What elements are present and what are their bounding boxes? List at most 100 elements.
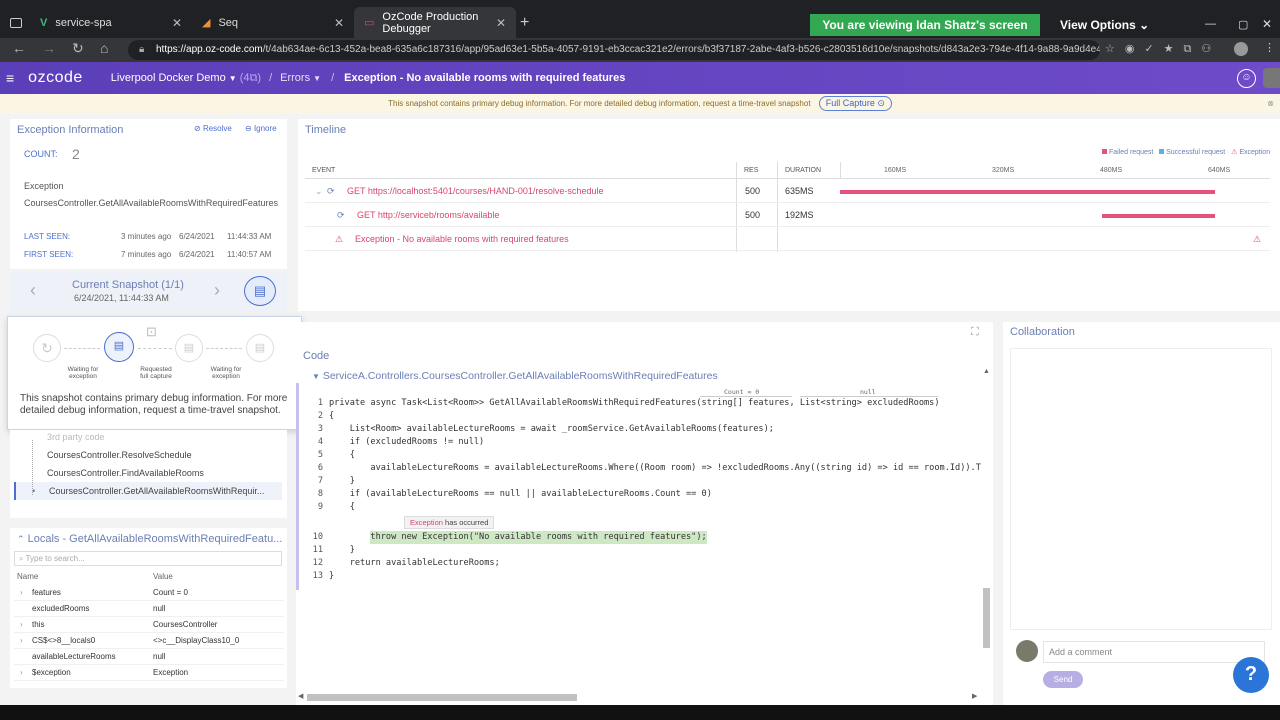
line-number: 4 (317, 437, 323, 447)
line-text: { (329, 502, 355, 512)
stack-item-selected[interactable]: • CoursesController.GetAllAvailableRoomsW… (14, 482, 282, 500)
exception-tag-label: Exception (410, 518, 443, 527)
line-text: return availableLectureRooms; (329, 558, 500, 568)
legend-exception: Exception (1239, 149, 1271, 156)
expand-icon[interactable]: ⛶ (971, 326, 979, 339)
code-vertical-scrollbar[interactable] (983, 588, 990, 648)
user-icon[interactable]: ☺ (1237, 69, 1256, 88)
scroll-right-icon[interactable]: ▶ (972, 692, 977, 700)
col-duration: DURATION (785, 167, 822, 174)
caret-down-icon: ▼ (228, 73, 237, 83)
code-line: 7 } (305, 476, 355, 489)
full-capture-label: Full Capture (825, 98, 875, 108)
full-capture-button[interactable]: Full Capture ⊙ (818, 96, 892, 111)
prev-snapshot-icon[interactable]: ‹ (30, 280, 36, 301)
timeline-row[interactable]: ⚠ Exception - No available rooms with re… (305, 227, 1270, 251)
close-tab-icon[interactable]: ✕ (334, 16, 344, 30)
popup-connector (64, 348, 100, 349)
popup-connector (206, 348, 242, 349)
more-menu-icon[interactable]: ⋮ (1264, 41, 1275, 54)
timeline-row[interactable]: ⟳ GET http://serviceb/rooms/available 50… (305, 203, 1270, 227)
timeline-legend: Failed request Successful request ⚠ Exce… (1102, 148, 1270, 156)
expand-icon[interactable]: › (20, 665, 23, 681)
chevron-down-icon[interactable]: ⌄ (315, 179, 323, 203)
locals-row[interactable]: › CS$<>8__locals0 <>c__DisplayClass10_0 (14, 633, 284, 649)
close-tab-icon[interactable]: ✕ (172, 16, 182, 30)
check-circle-icon: ⊘ (194, 124, 201, 133)
extension-icons[interactable]: ☆◉✓★⧉⚇ (1105, 42, 1221, 56)
line-text: } (329, 476, 355, 486)
home-icon[interactable]: ⌂ (100, 40, 108, 56)
expand-icon[interactable]: › (20, 617, 23, 633)
close-window-icon[interactable]: ✕ (1262, 17, 1272, 31)
project-selector[interactable]: Liverpool Docker Demo ▼ (4⧉) (111, 72, 261, 85)
next-snapshot-icon[interactable]: › (214, 280, 220, 301)
expand-icon[interactable]: › (20, 633, 23, 649)
snapshot-capture-button[interactable]: ▤ (244, 276, 276, 306)
window-menu-icon[interactable] (10, 18, 22, 28)
popup-text: This snapshot contains primary debug inf… (20, 393, 288, 416)
col-res: RES (744, 167, 759, 174)
logo[interactable]: ozcode (28, 69, 83, 87)
locals-search[interactable]: ⌕ Type to search... (14, 551, 282, 566)
user-avatar[interactable] (1263, 68, 1280, 88)
code-line: 3 List<Room> availableLectureRooms = awa… (305, 424, 774, 437)
locals-row[interactable]: › this CoursesController (14, 617, 284, 633)
event-label: Exception - No available rooms with requ… (355, 234, 569, 244)
line-number: 13 (312, 571, 323, 581)
code-scroll-up-icon[interactable]: ▲ (983, 368, 990, 375)
col-event: EVENT (312, 167, 336, 174)
browser-tab-ozcode[interactable]: ▭ OzCode Production Debugger ✕ (354, 7, 516, 38)
minimize-icon[interactable]: — (1205, 18, 1216, 30)
duration-bar[interactable] (1101, 214, 1216, 218)
line-number: 8 (317, 489, 323, 499)
duration-bar[interactable] (840, 190, 1216, 194)
back-icon[interactable]: ← (12, 40, 26, 56)
send-button[interactable]: Send (1043, 671, 1083, 688)
maximize-icon[interactable]: ▢ (1238, 18, 1248, 31)
code-horizontal-scrollbar[interactable] (307, 694, 577, 701)
local-value: null (153, 652, 166, 661)
close-tab-icon[interactable]: ✕ (496, 16, 506, 30)
last-seen-date: 6/24/2021 (179, 232, 215, 241)
resolve-button[interactable]: ⊘ Resolve (194, 124, 232, 133)
ozcode-icon: ▭ (364, 17, 375, 29)
stack-item-label: CoursesController.FindAvailableRooms (47, 468, 204, 478)
third-party-code-label: 3rd party code (47, 432, 105, 442)
comment-input[interactable]: Add a comment (1043, 641, 1265, 663)
hamburger-icon[interactable]: ≡ (6, 70, 14, 86)
timeline-row[interactable]: ⌄ ⟳ GET https://localhost:5401/courses/H… (305, 179, 1270, 203)
exception-method: CoursesController.GetAllAvailableRoomsWi… (24, 198, 278, 208)
bottom-bar (0, 705, 1280, 720)
line-number: 6 (317, 463, 323, 473)
banner-text: This snapshot contains primary debug inf… (388, 99, 811, 108)
code-gutter-bar (296, 383, 299, 590)
line-text: if (availableLectureRooms == null || ava… (329, 489, 712, 499)
forward-icon[interactable]: → (42, 40, 56, 56)
close-banner-icon[interactable]: ⊗ (1267, 94, 1274, 114)
locals-row[interactable]: availableLectureRooms null (14, 649, 284, 665)
nav-errors[interactable]: Errors ▼ (280, 72, 321, 84)
expand-icon[interactable]: › (20, 585, 23, 601)
reload-icon[interactable]: ↻ (72, 40, 84, 57)
line-text: private async Task<List<Room>> GetAllAva… (329, 398, 940, 408)
browser-tab-seq[interactable]: ◢ Seq ✕ (192, 7, 354, 38)
locals-row[interactable]: excludedRooms null (14, 601, 284, 617)
stack-item[interactable]: CoursesController.FindAvailableRooms (14, 464, 282, 482)
code-line: 1 private async Task<List<Room>> GetAllAv… (305, 398, 940, 411)
locals-row[interactable]: › features Count = 0 (14, 585, 284, 601)
help-button[interactable]: ? (1233, 657, 1269, 693)
url-field[interactable]: 🔒︎ https://app.oz-code.com/t/4ab634ae-6c… (128, 40, 1100, 60)
camera-icon: ⊡ (146, 324, 157, 339)
caret-down-icon[interactable]: ▼ (312, 372, 320, 381)
locals-row[interactable]: › $exception Exception (14, 665, 284, 681)
new-tab-button[interactable]: + (520, 14, 529, 32)
ignore-button[interactable]: ⊖ Ignore (245, 124, 277, 133)
view-options-button[interactable]: View Options ⌄ (1060, 14, 1149, 36)
browser-tab-service-spa[interactable]: V service-spa ✕ (30, 7, 192, 38)
chevron-up-icon[interactable]: ⌃ (17, 534, 25, 544)
scroll-left-icon[interactable]: ◀ (298, 692, 303, 700)
profile-avatar[interactable] (1234, 42, 1248, 56)
stack-item[interactable]: CoursesController.ResolveSchedule (14, 446, 282, 464)
warning-icon: ⚠ (335, 234, 344, 244)
